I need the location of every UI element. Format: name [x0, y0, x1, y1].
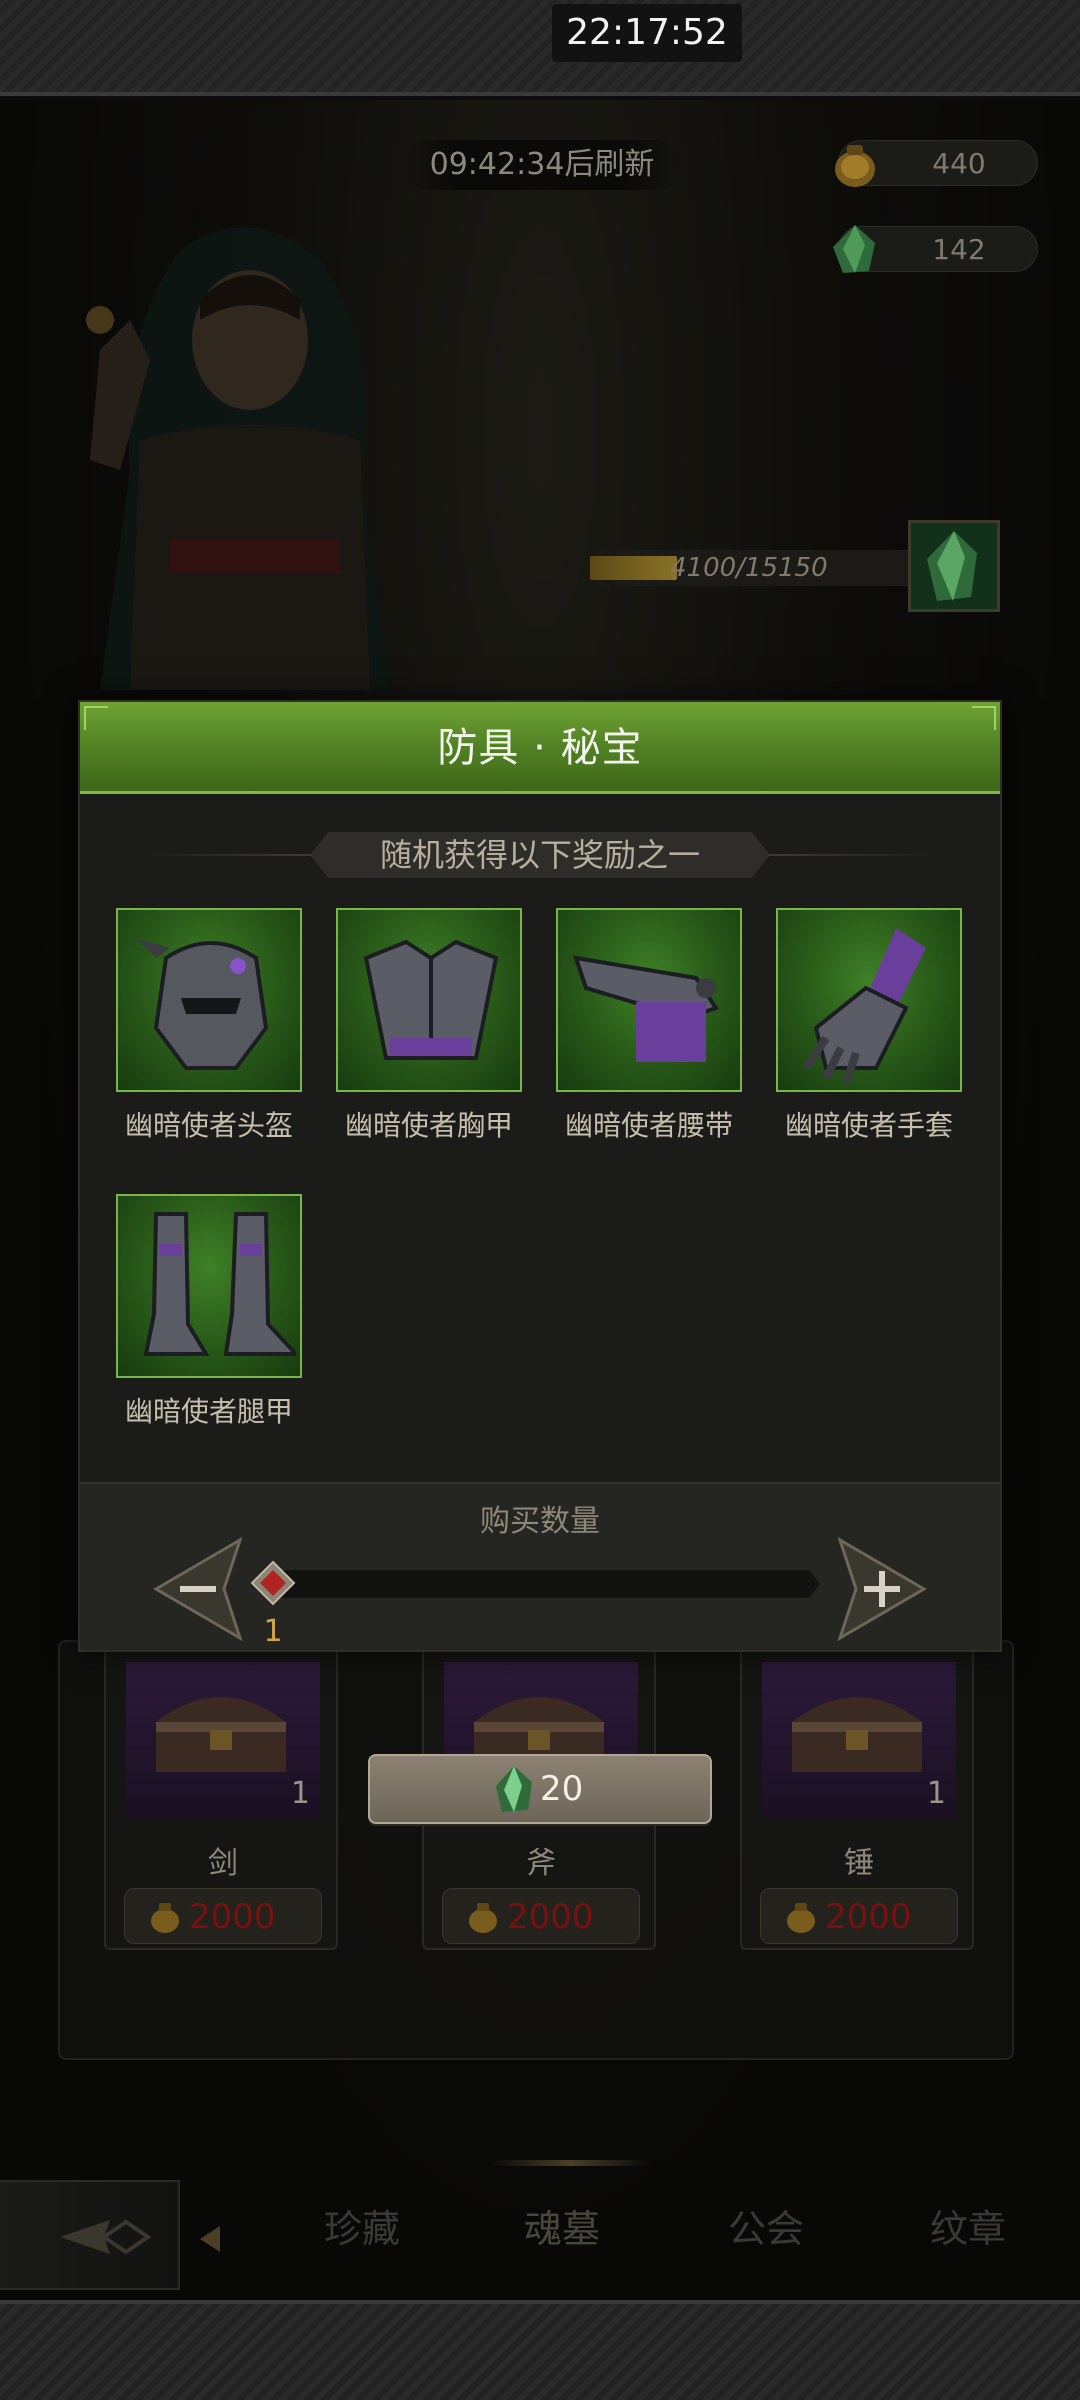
green-gem-icon: [496, 1766, 532, 1812]
chest-armor-icon: [363, 939, 499, 1060]
dialog-subtitle: 随机获得以下奖励之一: [379, 836, 700, 874]
price-button[interactable]: 2000: [442, 1888, 640, 1944]
price-amount: 2000: [825, 1897, 912, 1937]
clock: 22:17:52: [552, 4, 742, 62]
quantity-section: 购买数量 1: [80, 1482, 1000, 1650]
increase-button[interactable]: [820, 1534, 930, 1644]
back-button[interactable]: [0, 2180, 180, 2290]
tab-soul-tomb[interactable]: 魂墓: [524, 2198, 600, 2253]
price-amount: 2000: [507, 1897, 594, 1937]
progress-fill: [590, 556, 677, 580]
chevron-left-icon[interactable]: [196, 2224, 222, 2254]
back-arrow-icon: [60, 2219, 152, 2255]
minus-icon: [180, 1586, 216, 1592]
gold-amount: 440: [932, 147, 986, 180]
reward-frame: [776, 908, 962, 1092]
buy-cost-button[interactable]: 20: [368, 1754, 712, 1824]
green-gem-icon: [833, 225, 875, 273]
shop-card-sword[interactable]: 1 剑 2000: [104, 1640, 338, 1950]
quantity-slider-handle[interactable]: [250, 1560, 296, 1606]
refresh-timer: 09:42:34后刷新: [402, 140, 682, 190]
treasure-chest-icon: [792, 1697, 922, 1772]
greaves-icon: [143, 1212, 296, 1356]
tab-guild[interactable]: 公会: [728, 2198, 804, 2253]
reward-label: 幽暗使者腿甲: [124, 1395, 293, 1428]
reward-label: 幽暗使者胸甲: [344, 1109, 513, 1142]
gold-pouch-icon: [469, 1903, 497, 1933]
shop-card-name: 锤: [844, 1846, 874, 1881]
shop-card-qty: 1: [290, 1776, 310, 1811]
shop-card-hammer[interactable]: 1 锤 2000: [740, 1640, 974, 1950]
gold-pouch-icon: [151, 1903, 179, 1933]
dialog-header: 防具 · 秘宝: [80, 702, 1000, 794]
treasure-chest-icon: [156, 1697, 286, 1772]
status-bar: 22:17:52: [0, 0, 1080, 96]
reward-dialog: 防具 · 秘宝 随机获得以下奖励之一 幽暗使者头盔 幽暗使者胸甲 幽暗使者腰带 …: [78, 700, 1002, 1652]
progress-text: 4100/15150: [670, 553, 828, 583]
gold-pouch-icon: [787, 1903, 815, 1933]
progress-reward-icon[interactable]: [908, 520, 1000, 612]
gem-amount: 142: [932, 233, 986, 266]
reward-frame: [336, 908, 522, 1092]
gem-currency: 142: [833, 225, 1038, 273]
helmet-icon: [136, 938, 269, 1070]
reward-frame: [116, 1194, 302, 1378]
reward-frame: [116, 908, 302, 1092]
shop-card-name: 斧: [526, 1846, 556, 1881]
dialog-title: 防具 · 秘宝: [437, 725, 643, 771]
reward-frame: [556, 908, 742, 1092]
gauntlet-icon: [802, 928, 926, 1085]
reward-label: 幽暗使者腰带: [564, 1109, 733, 1142]
price-amount: 2000: [189, 1897, 276, 1937]
progress-bar: 4100/15150: [580, 550, 920, 586]
belt-icon: [573, 955, 720, 1062]
shop-card-qty: 1: [926, 1776, 946, 1811]
price-button[interactable]: 2000: [760, 1888, 958, 1944]
gold-currency: 440: [835, 140, 1038, 187]
quantity-value: 1: [263, 1614, 283, 1649]
tab-emblem[interactable]: 纹章: [930, 2198, 1006, 2253]
reward-label: 幽暗使者头盔: [124, 1109, 293, 1142]
green-crystal-icon: [927, 531, 977, 601]
nav-active-indicator: [490, 2160, 650, 2166]
tab-collection[interactable]: 珍藏: [324, 2198, 400, 2253]
quantity-slider-track[interactable]: [264, 1570, 820, 1598]
decrease-button[interactable]: [150, 1534, 260, 1644]
gold-pouch-icon: [835, 145, 875, 187]
shop-card-name: 剑: [208, 1846, 238, 1881]
buy-cost-amount: 20: [540, 1769, 584, 1809]
bottom-frame: [0, 2300, 1080, 2400]
price-button[interactable]: 2000: [124, 1888, 322, 1944]
reward-label: 幽暗使者手套: [784, 1109, 953, 1142]
